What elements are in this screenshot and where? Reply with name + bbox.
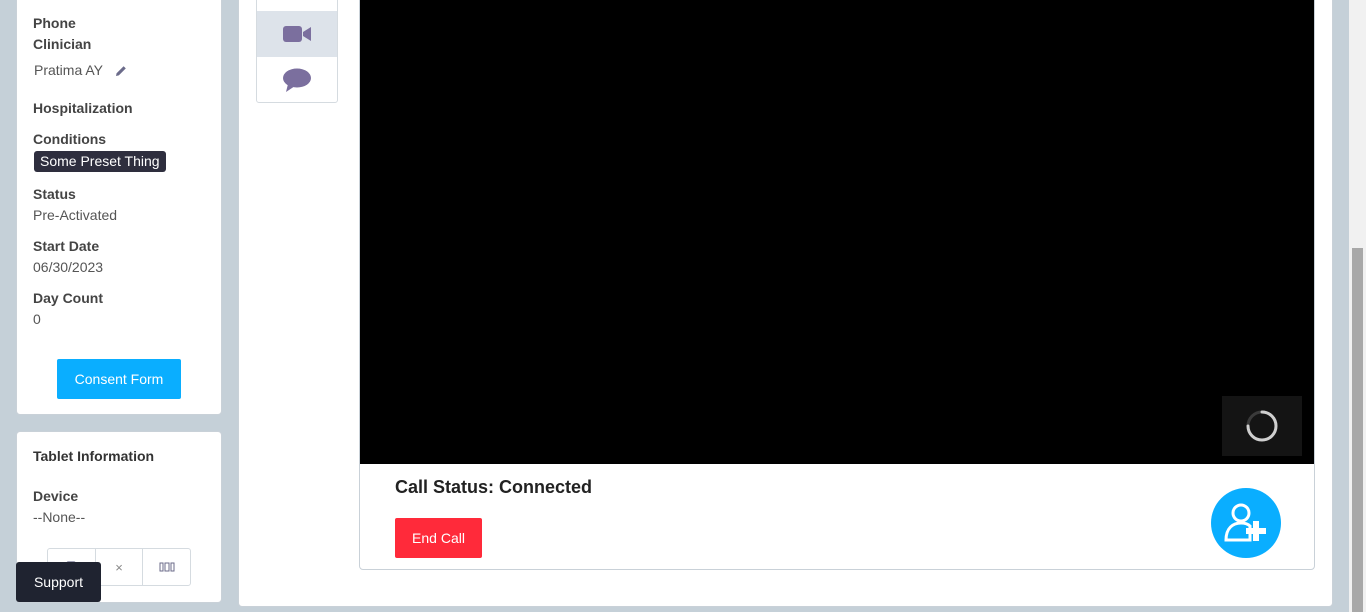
pencil-icon[interactable] [115,64,127,76]
close-icon: × [115,559,123,575]
loading-spinner-icon [1246,410,1278,442]
video-call-card: Call Status: Connected End Call [359,0,1315,570]
patient-info-card: Phone Clinician Pratima AY Hospitalizati… [16,0,222,415]
add-participant-button[interactable] [1211,488,1281,558]
barcode-icon [159,562,175,572]
start-date-value: 06/30/2023 [33,259,104,275]
barcode-button[interactable] [143,549,190,585]
hospitalization-label: Hospitalization [33,100,133,116]
video-camera-icon [283,26,311,42]
chat-bubble-icon [283,68,311,92]
status-label: Status [33,186,76,202]
clinician-row: Pratima AY [34,62,127,78]
local-video-preview [1222,396,1302,456]
clinician-name: Pratima AY [34,62,103,78]
tab-phone[interactable] [257,0,337,11]
tablet-info-title: Tablet Information [33,448,155,464]
tab-video[interactable] [257,11,337,57]
call-status: Call Status: Connected [395,477,593,497]
support-button[interactable]: Support [16,562,101,602]
condition-tag: Some Preset Thing [34,151,166,172]
conditions-label: Conditions [33,131,107,147]
phone-label: Phone [33,15,76,31]
scrollbar-thumb[interactable] [1352,248,1363,612]
end-call-button[interactable]: End Call [395,518,482,558]
remove-device-button[interactable]: × [96,549,144,585]
communication-tab-rail [256,0,338,103]
day-count-value: 0 [33,311,41,327]
status-value: Pre-Activated [33,207,118,223]
device-label: Device [33,488,79,504]
day-count-label: Day Count [33,290,103,306]
start-date-label: Start Date [33,238,100,254]
device-value: --None-- [33,509,86,525]
clinician-label: Clinician [33,36,92,52]
add-user-icon [1224,503,1266,542]
tab-chat[interactable] [257,57,337,103]
remote-video [360,0,1314,464]
consent-form-button[interactable]: Consent Form [57,359,181,399]
